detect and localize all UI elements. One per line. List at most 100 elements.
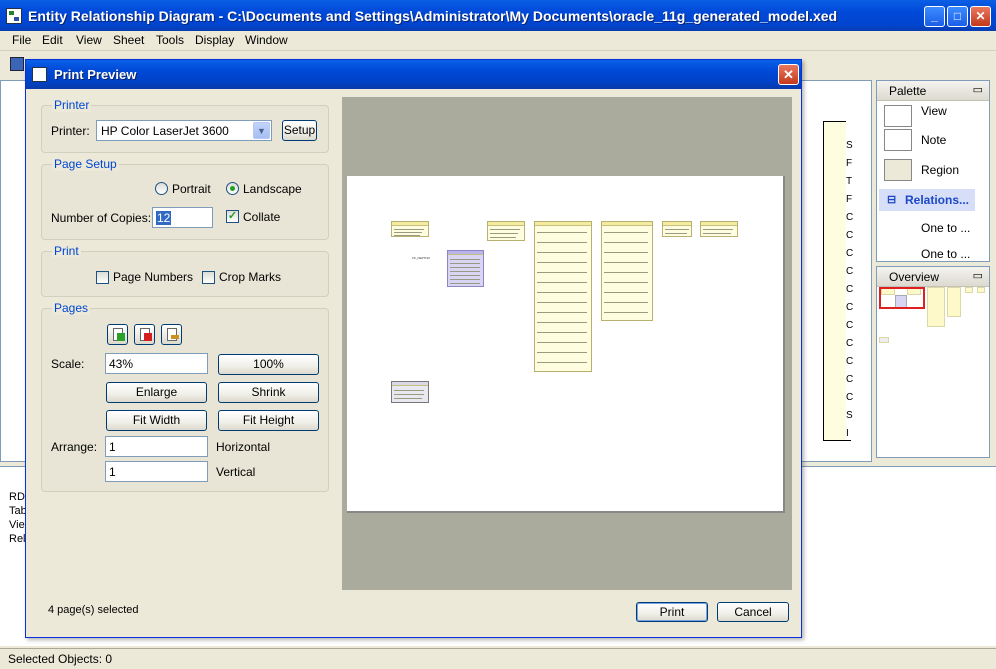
print-group-title: Print	[52, 244, 81, 258]
dialog-title-bar[interactable]: Print Preview ✕	[26, 60, 801, 89]
main-window-title: Entity Relationship Diagram - C:\Documen…	[28, 8, 838, 24]
model-tree-pane[interactable]	[0, 80, 26, 462]
status-text: Selected Objects: 0	[8, 652, 113, 666]
preview-entity	[700, 221, 738, 237]
print-button[interactable]: Print	[636, 602, 708, 622]
save-icon[interactable]	[10, 57, 24, 71]
overview-entity	[977, 287, 985, 293]
select-pages-icon[interactable]	[107, 324, 128, 345]
status-bar: Selected Objects: 0	[0, 648, 996, 669]
app-icon	[6, 8, 22, 24]
maximize-button[interactable]: □	[947, 6, 968, 27]
menu-tools[interactable]: Tools	[156, 33, 184, 47]
palette-header: Palette ▭	[877, 81, 989, 101]
main-title-bar[interactable]: Entity Relationship Diagram - C:\Documen…	[0, 0, 996, 31]
shrink-button[interactable]: Shrink	[218, 382, 319, 403]
preview-entity	[534, 221, 592, 372]
relation-line-icon	[884, 217, 912, 239]
deselect-pages-icon[interactable]	[134, 324, 155, 345]
preview-entity	[487, 221, 525, 241]
region-shape-icon	[884, 159, 912, 181]
portrait-radio[interactable]	[155, 182, 168, 195]
collapse-icon: ⊟	[887, 194, 897, 206]
printer-label: Printer:	[51, 124, 90, 138]
landscape-radio[interactable]	[226, 182, 239, 195]
printer-select[interactable]: HP Color LaserJet 3600 ▼	[96, 120, 272, 141]
cancel-button[interactable]: Cancel	[717, 602, 789, 622]
palette-item-region[interactable]: Region	[881, 157, 971, 185]
pin-icon[interactable]: ▭	[973, 83, 983, 96]
palette-section-relations[interactable]: ⊟ Relations...	[879, 189, 975, 211]
print-preview-area[interactable]: FK_DEPTNO	[342, 97, 792, 590]
copies-label: Number of Copies:	[51, 211, 152, 225]
print-preview-dialog: Print Preview ✕ Printer Printer: HP Colo…	[25, 59, 802, 638]
preview-entity	[601, 221, 653, 321]
portrait-label[interactable]: Portrait	[172, 182, 211, 196]
close-window-button[interactable]: ✕	[970, 6, 991, 27]
pin-icon[interactable]: ▭	[973, 269, 983, 282]
overview-entity	[947, 287, 961, 317]
menu-edit[interactable]: Edit	[42, 33, 63, 47]
editor-column-letters: S F T F C C C C C C C C C C C S I	[846, 100, 860, 440]
page-numbers-checkbox[interactable]	[96, 271, 109, 284]
palette-item-one-to[interactable]: One to ...	[881, 215, 971, 243]
overview-entity	[965, 287, 973, 293]
menu-bar: File Edit View Sheet Tools Display Windo…	[0, 31, 996, 51]
palette-panel: Palette ▭ View Note Region ⊟ Relations..…	[876, 80, 990, 262]
menu-sheet[interactable]: Sheet	[113, 33, 144, 47]
menu-view[interactable]: View	[76, 33, 102, 47]
scale-input[interactable]: 43%	[105, 353, 208, 374]
crop-marks-checkbox[interactable]	[202, 271, 215, 284]
palette-item-one-to-2[interactable]: One to ...	[881, 241, 971, 261]
palette-item-note[interactable]: Note	[881, 127, 971, 155]
preview-entity-selected	[447, 250, 484, 287]
overview-header: Overview ▭	[877, 267, 989, 287]
landscape-label[interactable]: Landscape	[243, 182, 302, 196]
horizontal-input[interactable]: 1	[105, 436, 208, 457]
page-setup-group-title: Page Setup	[52, 157, 119, 171]
palette-item-label: Note	[921, 133, 947, 147]
vertical-label: Vertical	[216, 465, 256, 479]
page-numbers-label[interactable]: Page Numbers	[113, 270, 193, 284]
preview-diagram: FK_DEPTNO	[387, 216, 744, 471]
fit-width-button[interactable]: Fit Width	[106, 410, 207, 431]
print-group: Print Page Numbers Crop Marks	[41, 245, 329, 297]
collate-checkbox[interactable]: ✓	[226, 210, 239, 223]
crop-marks-label[interactable]: Crop Marks	[219, 270, 281, 284]
horizontal-label: Horizontal	[216, 440, 271, 454]
overview-entity	[927, 287, 945, 327]
fit-height-button[interactable]: Fit Height	[218, 410, 319, 431]
collate-label[interactable]: Collate	[243, 210, 280, 224]
diagram-editor[interactable]	[800, 80, 872, 462]
dialog-body: Printer Printer: HP Color LaserJet 3600 …	[29, 89, 798, 635]
page-setup-group: Page Setup Portrait Landscape Number of …	[41, 158, 329, 240]
scale-label: Scale:	[51, 357, 85, 371]
vertical-input[interactable]: 1	[105, 461, 208, 482]
dialog-close-button[interactable]: ✕	[778, 64, 799, 85]
menu-file[interactable]: File	[12, 33, 31, 47]
preview-page[interactable]: FK_DEPTNO	[347, 176, 783, 511]
scale-100-button[interactable]: 100%	[218, 354, 319, 375]
arrange-label: Arrange:	[51, 440, 98, 454]
chevron-down-icon[interactable]: ▼	[253, 122, 270, 139]
printer-group-title: Printer	[52, 98, 92, 112]
note-shape-icon	[884, 129, 912, 151]
app-icon	[32, 67, 47, 82]
menu-window[interactable]: Window	[245, 33, 288, 47]
copies-input[interactable]: 12	[152, 207, 213, 228]
setup-button[interactable]: Setup	[282, 120, 317, 141]
palette-title: Palette	[889, 84, 927, 98]
dialog-title: Print Preview	[54, 67, 137, 82]
overview-entity	[879, 337, 889, 343]
enlarge-button[interactable]: Enlarge	[106, 382, 207, 403]
overview-viewport[interactable]	[879, 287, 925, 309]
overview-panel: Overview ▭	[876, 266, 990, 458]
pages-group: Pages Scale: 43% 100% Enlarge Shrink Fit…	[41, 302, 329, 492]
page-order-icon[interactable]	[161, 324, 182, 345]
menu-display[interactable]: Display	[195, 33, 234, 47]
view-shape-icon	[884, 105, 912, 127]
minimize-button[interactable]: _	[924, 6, 945, 27]
pages-selected-text: 4 page(s) selected	[48, 604, 139, 616]
preview-connector-label: FK_DEPTNO	[412, 256, 431, 260]
preview-entity	[391, 221, 429, 237]
